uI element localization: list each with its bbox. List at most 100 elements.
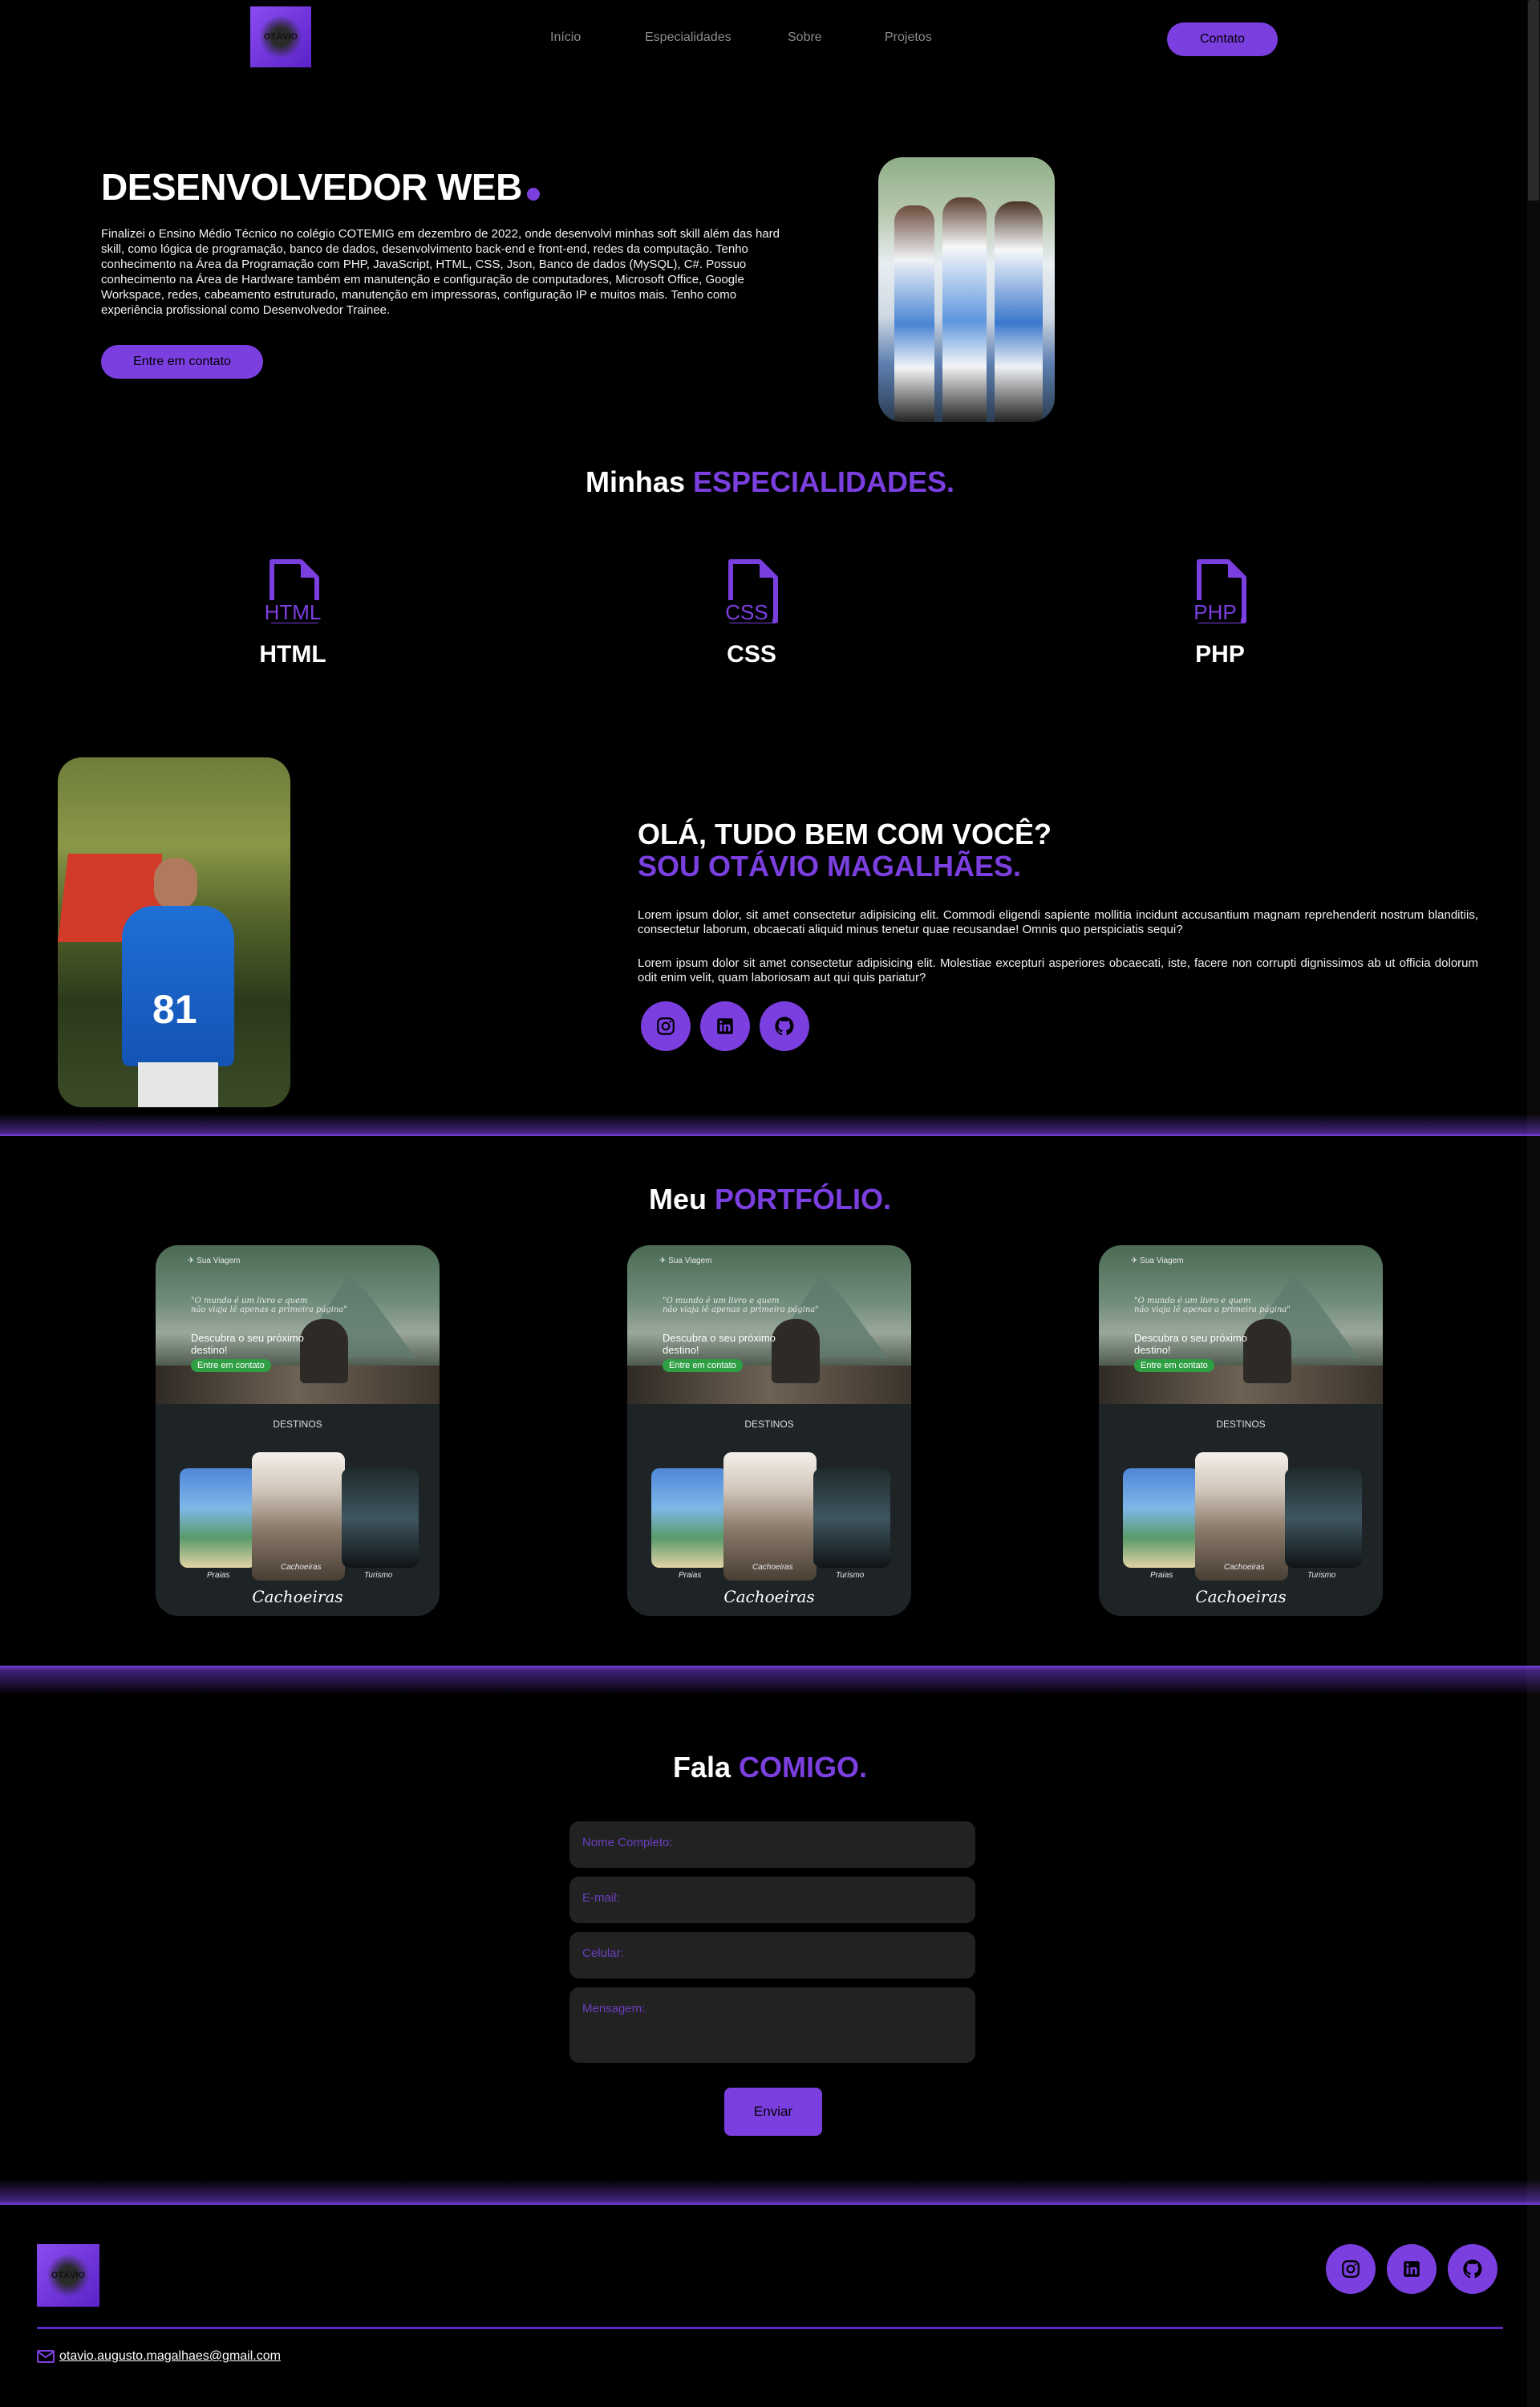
logo[interactable]: OTÁVIO xyxy=(250,6,311,67)
contact-title: Fala COMIGO. xyxy=(672,1751,868,1784)
card-hero-image xyxy=(627,1245,911,1406)
message-field[interactable]: Mensagem: xyxy=(569,1987,975,2063)
card-cta: Entre em contato xyxy=(1134,1359,1214,1372)
card-hero-image xyxy=(1099,1245,1383,1406)
tile-label-turismo: Turismo xyxy=(1307,1571,1336,1580)
about-paragraph-1: Lorem ipsum dolor, sit amet consectetur … xyxy=(638,908,1478,936)
github-button[interactable] xyxy=(760,1001,809,1051)
scrollbar-thumb[interactable] xyxy=(1528,0,1539,201)
instagram-icon xyxy=(1342,2260,1360,2278)
tile-cachoeiras xyxy=(1195,1452,1288,1581)
hero-title: DESENVOLVEDOR WEB xyxy=(101,166,522,208)
card-brand: ✈ Sua Viagem xyxy=(659,1256,712,1265)
about-heading-line2: SOU OTÁVIO MAGALHÃES. xyxy=(638,850,1022,883)
tile-cachoeiras xyxy=(252,1452,345,1581)
plane-icon: ✈ xyxy=(188,1256,197,1265)
specialty-php-label: PHP xyxy=(1195,641,1245,668)
about-heading: OLÁ, TUDO BEM COM VOCÊ? SOU OTÁVIO MAGAL… xyxy=(638,818,1360,883)
hero-title-row: DESENVOLVEDOR WEB xyxy=(101,165,540,209)
email-field[interactable]: E-mail: xyxy=(569,1877,975,1923)
tile-turismo xyxy=(813,1468,890,1568)
card-section-label: DESTINOS xyxy=(1216,1419,1266,1430)
hero-photo-figure-1 xyxy=(894,205,934,422)
footer-logo-mark: OTÁVIO xyxy=(46,2253,91,2298)
about-photo-number: 81 xyxy=(152,987,197,1032)
footer-email-link[interactable]: otavio.augusto.magalhaes@gmail.com xyxy=(59,2349,281,2364)
specialty-html-label: HTML xyxy=(259,641,326,668)
submit-button[interactable]: Enviar xyxy=(724,2088,822,2136)
phone-field-placeholder: Celular: xyxy=(582,1946,624,1960)
tile-label-turismo: Turismo xyxy=(836,1571,865,1580)
about-photo: 81 xyxy=(58,757,290,1107)
section-divider-2 xyxy=(0,1666,1540,1695)
card-footer-title: Cachoeiras xyxy=(723,1587,815,1606)
github-icon xyxy=(775,1017,794,1036)
portfolio-title: Meu PORTFÓLIO. xyxy=(648,1183,891,1216)
nav-inicio[interactable]: Início xyxy=(550,30,581,45)
nav-especialidades[interactable]: Especialidades xyxy=(645,30,732,45)
name-field[interactable]: Nome Completo: xyxy=(569,1821,975,1868)
specialty-html: HTML HTML xyxy=(225,558,361,668)
card-headline: Descubra o seu próximo destino! xyxy=(191,1332,304,1356)
card-hero-image xyxy=(156,1245,440,1406)
name-field-placeholder: Nome Completo: xyxy=(582,1836,673,1849)
tile-label-cachoeiras: Cachoeiras xyxy=(752,1563,793,1572)
nav-sobre[interactable]: Sobre xyxy=(788,30,822,45)
card-person xyxy=(300,1319,348,1383)
tile-turismo xyxy=(342,1468,419,1568)
tile-label-turismo: Turismo xyxy=(364,1571,393,1580)
portfolio-card-1[interactable]: ✈ Sua Viagem "O mundo é um livro e quem n… xyxy=(156,1245,440,1616)
contato-button[interactable]: Contato xyxy=(1167,22,1278,56)
tile-cachoeiras xyxy=(723,1452,817,1581)
footer-instagram-button[interactable] xyxy=(1326,2244,1376,2294)
nav-projetos[interactable]: Projetos xyxy=(885,30,932,45)
card-quote: "O mundo é um livro e quem não viaja lê a… xyxy=(663,1297,819,1314)
about-socials xyxy=(641,1001,809,1051)
hero-photo-figure-2 xyxy=(942,197,987,422)
footer-email[interactable]: otavio.augusto.magalhaes@gmail.com xyxy=(37,2349,281,2364)
portfolio-card-3[interactable]: ✈ Sua Viagem "O mundo é um livro e quem n… xyxy=(1099,1245,1383,1616)
tile-praias xyxy=(651,1468,728,1568)
card-destinations: DESTINOS Praias Cachoeiras Turismo Cacho… xyxy=(156,1404,440,1616)
footer-divider xyxy=(37,2327,1503,2329)
mail-icon xyxy=(37,2350,55,2363)
specialty-php: PHP PHP xyxy=(1152,558,1288,668)
card-quote: "O mundo é um livro e quem não viaja lê a… xyxy=(191,1297,347,1314)
hero-photo-figure-3 xyxy=(995,201,1043,422)
php-file-icon: PHP xyxy=(1188,559,1246,624)
card-headline: Descubra o seu próximo destino! xyxy=(663,1332,776,1356)
linkedin-button[interactable] xyxy=(700,1001,750,1051)
tile-label-praias: Praias xyxy=(679,1571,702,1580)
card-person xyxy=(772,1319,820,1383)
card-footer-title: Cachoeiras xyxy=(252,1587,343,1606)
card-brand: ✈ Sua Viagem xyxy=(1131,1256,1184,1265)
about-photo-head xyxy=(154,858,197,911)
css-icon-text: CSS xyxy=(725,600,768,624)
hero-contact-button[interactable]: Entre em contato xyxy=(101,345,263,379)
tile-praias xyxy=(1123,1468,1200,1568)
portfolio-card-2[interactable]: ✈ Sua Viagem "O mundo é um livro e quem n… xyxy=(627,1245,911,1616)
hero-photo xyxy=(878,157,1055,422)
css-file-icon: CSS xyxy=(719,559,778,624)
footer-github-button[interactable] xyxy=(1448,2244,1497,2294)
footer-logo[interactable]: OTÁVIO xyxy=(37,2244,99,2307)
tile-label-cachoeiras: Cachoeiras xyxy=(281,1563,322,1572)
phone-field[interactable]: Celular: xyxy=(569,1932,975,1979)
section-divider-3 xyxy=(0,2179,1540,2205)
html-file-icon: HTML xyxy=(261,559,325,624)
footer-linkedin-button[interactable] xyxy=(1387,2244,1437,2294)
card-footer-title: Cachoeiras xyxy=(1195,1587,1287,1606)
card-headline: Descubra o seu próximo destino! xyxy=(1134,1332,1247,1356)
card-destinations: DESTINOS Praias Cachoeiras Turismo Cacho… xyxy=(1099,1404,1383,1616)
card-cta: Entre em contato xyxy=(663,1359,743,1372)
instagram-button[interactable] xyxy=(641,1001,691,1051)
hero-title-dot xyxy=(526,188,540,201)
card-quote: "O mundo é um livro e quem não viaja lê a… xyxy=(1134,1297,1291,1314)
section-divider-1 xyxy=(0,1114,1540,1136)
message-field-placeholder: Mensagem: xyxy=(582,2002,646,2015)
about-paragraph-2: Lorem ipsum dolor sit amet consectetur a… xyxy=(638,956,1478,984)
card-cta: Entre em contato xyxy=(191,1359,271,1372)
php-icon-text: PHP xyxy=(1194,600,1236,624)
specialty-css-label: CSS xyxy=(727,641,776,668)
card-destinations: DESTINOS Praias Cachoeiras Turismo Cacho… xyxy=(627,1404,911,1616)
